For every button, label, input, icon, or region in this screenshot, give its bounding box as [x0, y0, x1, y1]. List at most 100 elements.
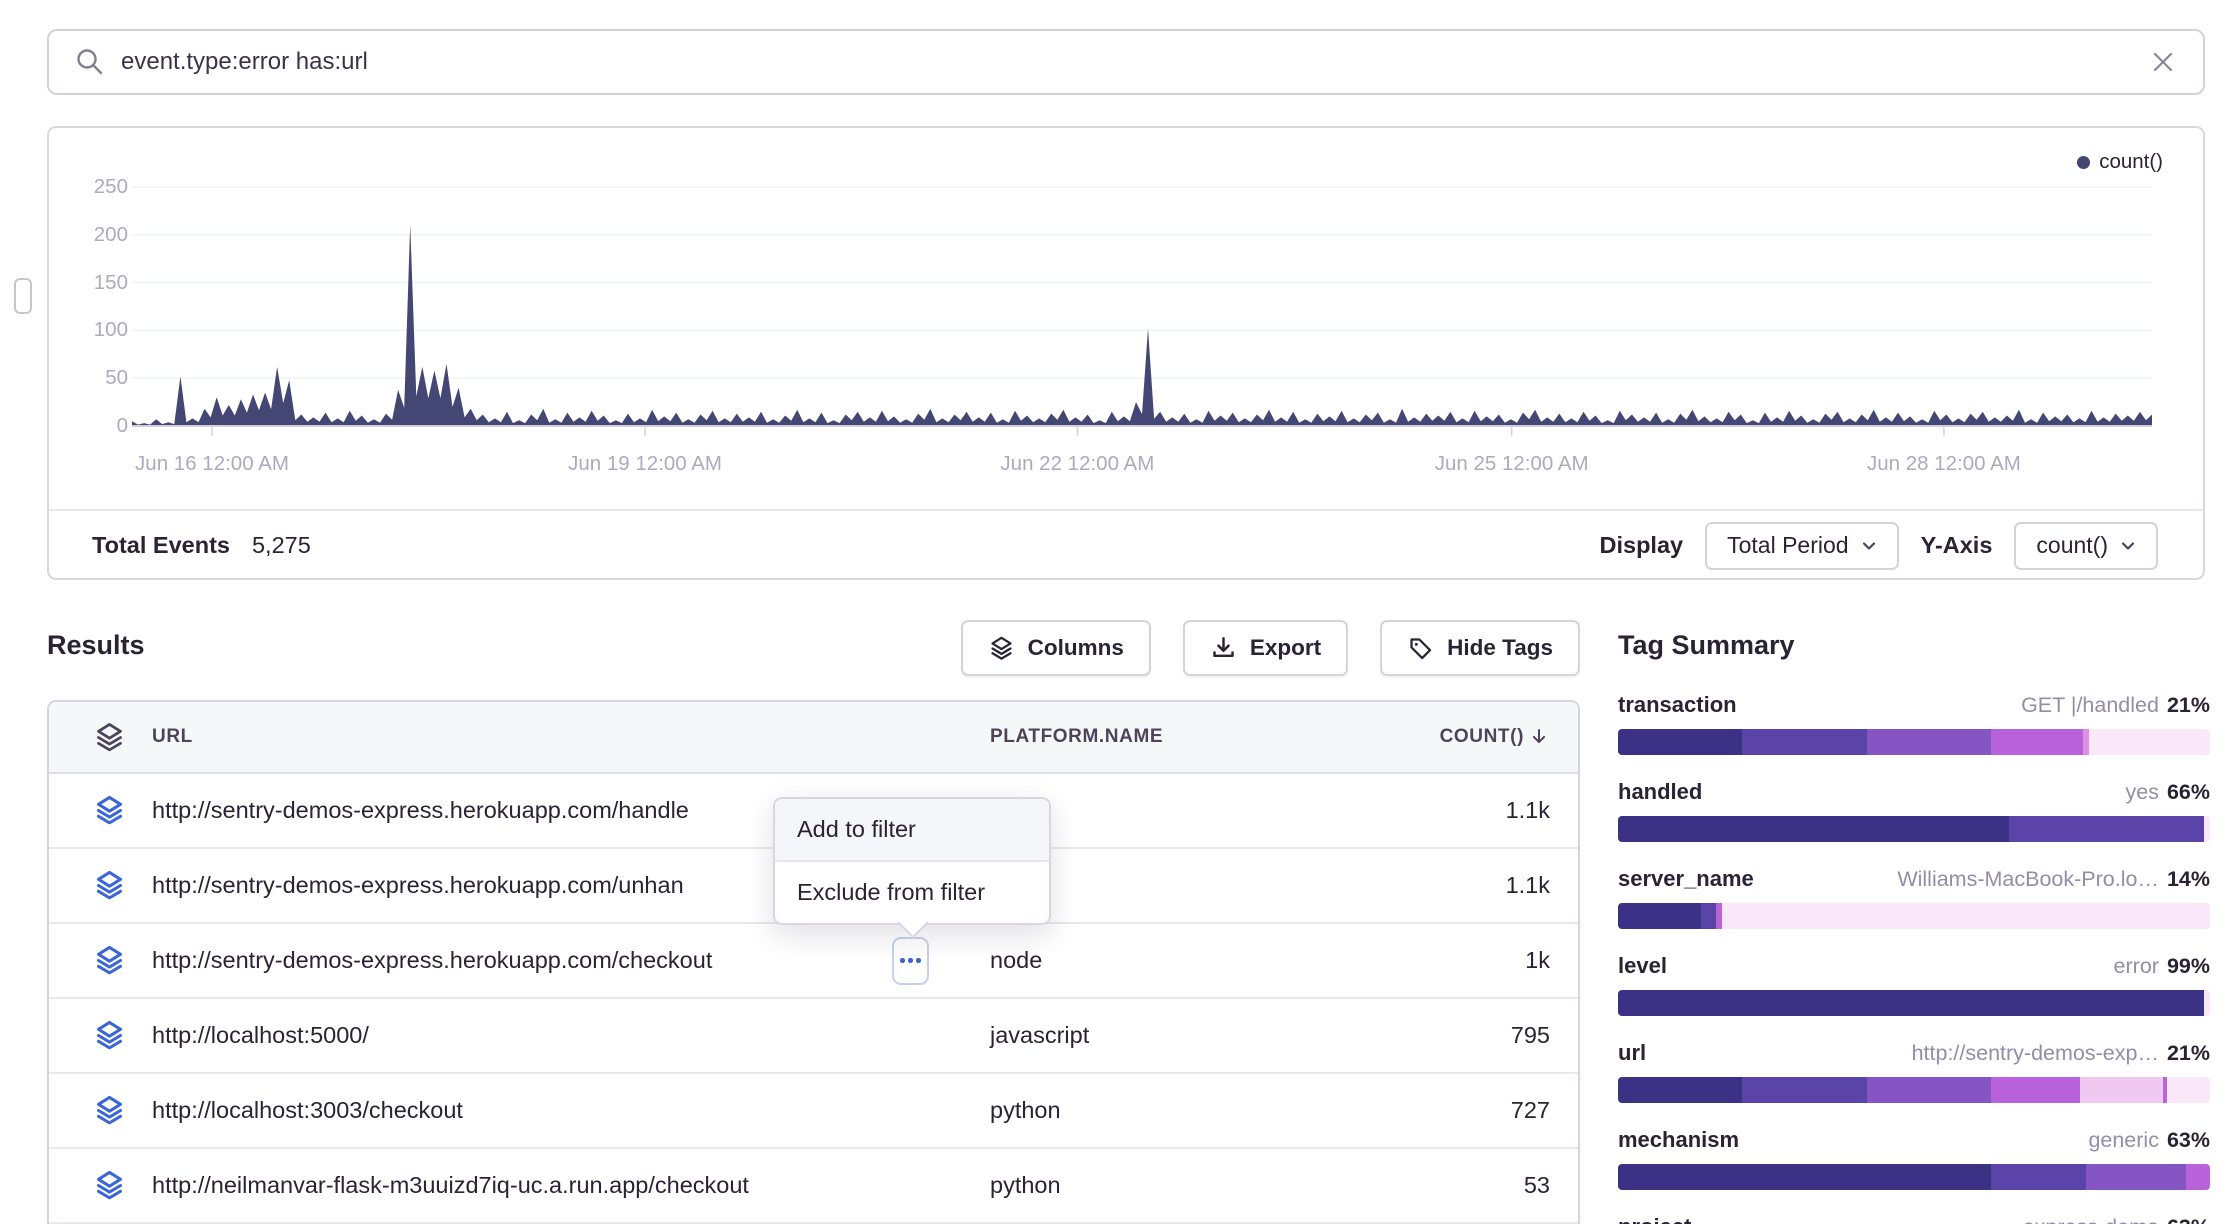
- x-axis-tick-label: Jun 28 12:00 AM: [1834, 452, 2054, 476]
- sidebar-collapse-handle[interactable]: [14, 278, 32, 314]
- column-header-platform[interactable]: PLATFORM.NAME: [990, 726, 1163, 748]
- results-toolbar: Columns Export Hide Tags: [47, 620, 1580, 676]
- stack-icon: [49, 794, 152, 827]
- count-cell: 727: [1511, 1097, 1550, 1124]
- tag-top-value: yes: [2125, 780, 2158, 805]
- tag-bar-segment[interactable]: [1618, 816, 2009, 842]
- cell-actions-context-menu: Add to filter Exclude from filter: [773, 797, 1051, 925]
- results-table: URL PLATFORM.NAME COUNT() http://sentry-…: [47, 700, 1580, 1224]
- tag-bar-segment[interactable]: [1991, 729, 2083, 755]
- discover-page: event.type:error has:url count() Jun 16 …: [0, 0, 2234, 1224]
- tag-bar-segment[interactable]: [1701, 903, 1716, 929]
- tag-bar-segment[interactable]: [1742, 729, 1866, 755]
- tag-top-percent: 21%: [2167, 693, 2210, 718]
- y-axis-tick-label: 250: [68, 174, 128, 200]
- url-cell[interactable]: http://localhost:5000/: [152, 1022, 990, 1049]
- tag-bar-segment[interactable]: [2009, 816, 2204, 842]
- url-cell[interactable]: http://sentry-demos-express.herokuapp.co…: [152, 947, 990, 974]
- tag-bar-segment[interactable]: [1991, 1077, 2080, 1103]
- y-axis-tick-label: 50: [68, 365, 128, 391]
- tag-top-value: http://sentry-demos-exp…: [1912, 1041, 2159, 1066]
- hide-tags-button[interactable]: Hide Tags: [1380, 620, 1580, 676]
- chevron-down-icon: [2120, 538, 2136, 554]
- tag-bar-segment[interactable]: [1618, 990, 2204, 1016]
- table-row[interactable]: http://sentry-demos-express.herokuapp.co…: [49, 924, 1578, 999]
- menu-item-add-to-filter[interactable]: Add to filter: [775, 799, 1049, 862]
- tag-top-value: Williams-MacBook-Pro.lo…: [1897, 867, 2159, 892]
- search-bar[interactable]: event.type:error has:url: [47, 29, 2205, 95]
- table-row[interactable]: http://localhost:5000/ javascript 795: [49, 999, 1578, 1074]
- export-button[interactable]: Export: [1183, 620, 1348, 676]
- platform-cell: python: [990, 1097, 1061, 1124]
- tag-name: level: [1618, 953, 1667, 979]
- platform-cell: python: [990, 1172, 1061, 1199]
- tag-bar-segment[interactable]: [2204, 990, 2210, 1016]
- tag-summary-row: transaction GET |/handled 21%: [1618, 692, 2210, 755]
- tag-top-percent: 14%: [2167, 867, 2210, 892]
- tag-bar-segment[interactable]: [2086, 1164, 2187, 1190]
- y-axis-tick-label: 100: [68, 317, 128, 343]
- table-row[interactable]: http://neilmanvar-flask-m3uuizd7iq-uc.a.…: [49, 1149, 1578, 1224]
- search-icon: [75, 47, 105, 77]
- url-cell[interactable]: http://neilmanvar-flask-m3uuizd7iq-uc.a.…: [152, 1172, 990, 1199]
- tag-bar-segment[interactable]: [1618, 903, 1701, 929]
- columns-button[interactable]: Columns: [961, 620, 1151, 676]
- tag-bar-segment[interactable]: [2204, 816, 2210, 842]
- tag-distribution-bar: [1618, 990, 2210, 1016]
- tag-summary-heading: Tag Summary: [1618, 630, 1795, 661]
- tag-summary-row: server_name Williams-MacBook-Pro.lo… 14%: [1618, 866, 2210, 929]
- search-query[interactable]: event.type:error has:url: [121, 48, 2149, 76]
- stack-icon: [49, 721, 152, 754]
- tag-bar-segment[interactable]: [2167, 1077, 2210, 1103]
- tag-bar-segment[interactable]: [1618, 1164, 1991, 1190]
- stack-icon: [49, 1094, 152, 1127]
- tag-bar-segment[interactable]: [1867, 1077, 1991, 1103]
- tag-bar-segment[interactable]: [1618, 729, 1742, 755]
- y-axis-tick-label: 0: [68, 413, 128, 439]
- yaxis-label: Y-Axis: [1921, 532, 1993, 559]
- tag-top-percent: 21%: [2167, 1041, 2210, 1066]
- chart-footer: Total Events 5,275 Display Total Period …: [49, 509, 2203, 580]
- x-axis-tick-label: Jun 16 12:00 AM: [102, 452, 322, 476]
- cell-actions-ellipsis-button[interactable]: [892, 937, 929, 985]
- tag-distribution-bar: [1618, 816, 2210, 842]
- download-icon: [1210, 635, 1237, 662]
- tag-bar-segment[interactable]: [1722, 903, 2210, 929]
- tag-bar-segment[interactable]: [2080, 1077, 2163, 1103]
- count-cell: 1.1k: [1506, 872, 1550, 899]
- yaxis-dropdown[interactable]: count(): [2014, 522, 2158, 570]
- table-row[interactable]: http://localhost:3003/checkout python 72…: [49, 1074, 1578, 1149]
- tag-bar-segment[interactable]: [2089, 729, 2210, 755]
- tag-summary-panel: transaction GET |/handled 21% handled ye…: [1618, 692, 2210, 1224]
- y-axis-tick-label: 200: [68, 222, 128, 248]
- sort-desc-arrow-icon: [1528, 726, 1550, 748]
- tag-top-value: generic: [2088, 1128, 2159, 1153]
- stack-icon: [49, 944, 152, 977]
- stack-icon: [988, 635, 1015, 662]
- platform-cell: javascript: [990, 1022, 1089, 1049]
- tag-summary-row: handled yes 66%: [1618, 779, 2210, 842]
- column-header-url[interactable]: URL: [152, 726, 990, 748]
- tag-top-value: express-demo: [2023, 1215, 2159, 1224]
- url-cell[interactable]: http://localhost:3003/checkout: [152, 1097, 990, 1124]
- tag-summary-row: level error 99%: [1618, 953, 2210, 1016]
- tag-top-percent: 63%: [2167, 1128, 2210, 1153]
- tag-bar-segment[interactable]: [2186, 1164, 2210, 1190]
- platform-cell: node: [990, 947, 1042, 974]
- tag-bar-segment[interactable]: [1618, 1077, 1742, 1103]
- total-events-label: Total Events: [92, 532, 230, 559]
- display-dropdown[interactable]: Total Period: [1705, 522, 1898, 570]
- tag-summary-row: mechanism generic 63%: [1618, 1127, 2210, 1190]
- tag-bar-segment[interactable]: [1991, 1164, 2086, 1190]
- clear-search-icon[interactable]: [2149, 48, 2177, 76]
- events-area-chart: [132, 168, 2152, 440]
- stack-icon: [49, 869, 152, 902]
- count-cell: 1.1k: [1506, 797, 1550, 824]
- column-header-count[interactable]: COUNT(): [1440, 726, 1550, 748]
- stack-icon: [49, 1169, 152, 1202]
- x-axis-tick-label: Jun 25 12:00 AM: [1402, 452, 1622, 476]
- tag-bar-segment[interactable]: [1742, 1077, 1866, 1103]
- tag-bar-segment[interactable]: [1867, 729, 1991, 755]
- tag-distribution-bar: [1618, 1164, 2210, 1190]
- tag-top-value: error: [2114, 954, 2159, 979]
